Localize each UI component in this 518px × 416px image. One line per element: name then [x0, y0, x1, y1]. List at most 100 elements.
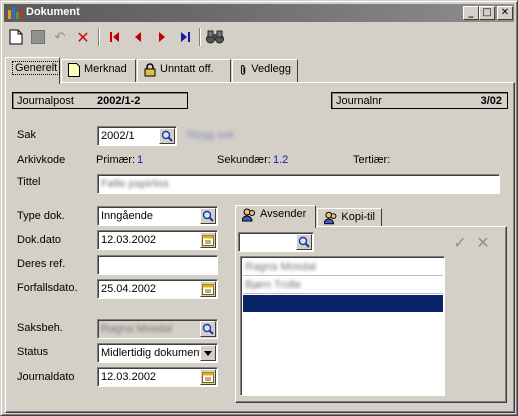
- toolbar-separator: [98, 28, 100, 46]
- tab-avsender[interactable]: Avsender: [235, 205, 316, 228]
- close-button[interactable]: ✕: [497, 6, 513, 20]
- save-icon[interactable]: [28, 27, 48, 47]
- deres-ref-label: Deres ref.: [17, 258, 66, 270]
- tab-merknad-label: Merknad: [84, 63, 127, 75]
- tab-avsender-label: Avsender: [260, 208, 307, 220]
- window-title: Dokument: [26, 6, 80, 18]
- recipient-search-button[interactable]: [296, 234, 312, 250]
- saksbeh-field[interactable]: Ragna Mosdal: [97, 319, 218, 339]
- saksbeh-value: Ragna Mosdal: [101, 323, 172, 335]
- dok-dato-value: 12.03.2002: [101, 234, 157, 246]
- saksbeh-label: Saksbeh.: [17, 322, 63, 334]
- status-value: Midlertidig dokument: [101, 347, 203, 359]
- tab-vedlegg-label: Vedlegg: [251, 63, 291, 75]
- tab-generelt[interactable]: Generelt: [5, 57, 61, 84]
- sak-search-button[interactable]: [159, 128, 175, 144]
- tertiaer-label: Tertiær:: [353, 154, 391, 166]
- tab-kopi-til-label: Kopi-til: [341, 211, 375, 223]
- note-icon: [68, 63, 80, 77]
- magnifier-icon: [161, 130, 173, 142]
- dokument-window: Dokument _ □ ✕ ↶ ✕ Generelt Merknad Unnt…: [0, 0, 518, 416]
- toolbar-separator: [199, 28, 201, 46]
- status-dropdown-button[interactable]: [200, 345, 216, 361]
- tab-kopi-til[interactable]: Kopi-til: [317, 208, 382, 227]
- dok-dato-field[interactable]: 12.03.2002: [97, 230, 218, 250]
- type-dok-label: Type dok.: [17, 210, 65, 222]
- type-dok-search-button[interactable]: [200, 208, 216, 224]
- list-item-selected[interactable]: [243, 295, 443, 312]
- next-record-icon[interactable]: [152, 27, 172, 47]
- recipient-name: Bjørn Trolle: [245, 279, 302, 291]
- toolbar: ↶ ✕: [4, 24, 514, 50]
- journalnr-label: Journalnr: [336, 95, 382, 107]
- journaldato-label: Journaldato: [17, 371, 75, 383]
- maximize-button[interactable]: □: [479, 6, 495, 20]
- tittel-field[interactable]: Følle papirliss: [97, 174, 500, 194]
- last-record-icon[interactable]: [175, 27, 195, 47]
- contacts-icon: [324, 211, 337, 225]
- chevron-down-icon: [204, 350, 212, 356]
- recipient-list[interactable]: Ragna Mosdal Bjørn Trolle: [240, 256, 445, 396]
- calendar-icon: [202, 235, 214, 246]
- type-dok-field[interactable]: Inngående: [97, 206, 218, 226]
- status-label: Status: [17, 346, 49, 358]
- tab-merknad[interactable]: Merknad: [61, 59, 136, 82]
- main-tabs: Generelt Merknad Unntatt off. Vedlegg: [5, 57, 515, 84]
- dok-dato-label: Dok.dato: [17, 234, 62, 246]
- contacts-icon: [242, 208, 255, 222]
- magnifier-icon: [202, 323, 214, 335]
- minimize-button[interactable]: _: [463, 6, 479, 20]
- sekundaer-value: 1.2: [273, 154, 289, 166]
- recipient-name: Ragna Mosdal: [245, 261, 316, 273]
- confirm-check-icon[interactable]: ✓: [451, 233, 469, 252]
- forfallsdato-calendar-button[interactable]: [200, 281, 216, 297]
- tab-unntatt-off[interactable]: Unntatt off.: [137, 59, 231, 82]
- tab-unntatt-label: Unntatt off.: [160, 63, 214, 75]
- undo-icon[interactable]: ↶: [50, 27, 70, 47]
- status-select[interactable]: Midlertidig dokument: [97, 343, 218, 363]
- journaldato-calendar-button[interactable]: [200, 369, 216, 385]
- cancel-x-icon[interactable]: ✕: [474, 233, 492, 252]
- calendar-icon: [202, 284, 214, 295]
- dok-dato-calendar-button[interactable]: [200, 232, 216, 248]
- avsender-panel: ✓ ✕ Ragna Mosdal Bjørn Trolle: [235, 226, 507, 403]
- list-item[interactable]: Ragna Mosdal: [243, 259, 443, 276]
- generelt-panel: Journalpost 2002/1-2 Journalnr 3/02 Sak …: [5, 82, 515, 413]
- paperclip-icon: [240, 65, 246, 75]
- journalpost-value: 2002/1-2: [97, 95, 141, 107]
- arkivkode-label: Arkivkode: [17, 154, 66, 166]
- magnifier-icon: [298, 236, 310, 248]
- forfallsdato-label: Forfallsdato.: [17, 282, 78, 294]
- forfallsdato-field[interactable]: 25.04.2002: [97, 279, 218, 299]
- search-binoculars-icon[interactable]: [205, 27, 225, 47]
- previous-record-icon[interactable]: [128, 27, 148, 47]
- new-document-icon[interactable]: [6, 27, 26, 47]
- forfallsdato-value: 25.04.2002: [101, 283, 157, 295]
- sak-field[interactable]: 2002/1: [97, 126, 177, 146]
- journaldato-value: 12.03.2002: [101, 371, 157, 383]
- title-bar[interactable]: Dokument _ □ ✕: [4, 4, 514, 22]
- calendar-icon: [202, 372, 214, 383]
- sak-label: Sak: [17, 129, 36, 141]
- sekundaer-label: Sekundær:: [217, 154, 271, 166]
- tittel-value: Følle papirliss: [101, 178, 169, 190]
- sak-value: 2002/1: [101, 130, 135, 142]
- magnifier-icon: [202, 210, 214, 222]
- delete-icon[interactable]: ✕: [73, 27, 93, 47]
- journalnr-value: 3/02: [480, 95, 502, 107]
- deres-ref-field[interactable]: [97, 255, 218, 275]
- recipient-search-field[interactable]: [238, 232, 314, 252]
- lock-icon: [144, 63, 156, 77]
- saksbeh-search-button[interactable]: [200, 321, 216, 337]
- journalpost-box: Journalpost 2002/1-2: [12, 92, 188, 109]
- journalpost-label: Journalpost: [17, 95, 74, 107]
- tab-generelt-label: Generelt: [12, 61, 61, 75]
- tab-vedlegg[interactable]: Vedlegg: [232, 59, 298, 82]
- journaldato-field[interactable]: 12.03.2002: [97, 367, 218, 387]
- primaer-label: Primær:: [96, 154, 136, 166]
- tittel-label: Tittel: [17, 176, 41, 188]
- type-dok-value: Inngående: [101, 210, 153, 222]
- app-icon: [8, 7, 22, 19]
- list-item[interactable]: Bjørn Trolle: [243, 277, 443, 294]
- first-record-icon[interactable]: [105, 27, 125, 47]
